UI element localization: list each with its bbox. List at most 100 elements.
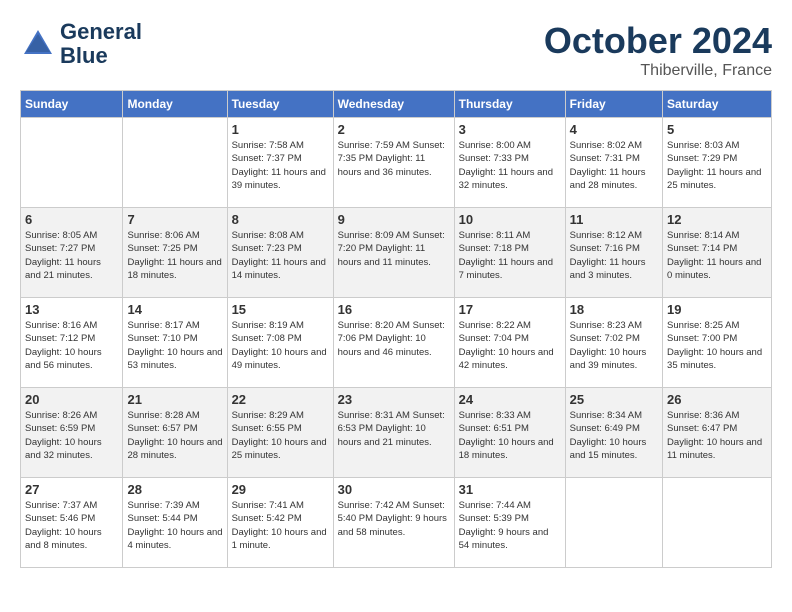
day-number: 25 [570,392,658,407]
day-detail: Sunrise: 8:33 AM Sunset: 6:51 PM Dayligh… [459,409,561,462]
calendar-cell: 5Sunrise: 8:03 AM Sunset: 7:29 PM Daylig… [663,118,772,208]
title-section: October 2024 Thiberville, France [544,20,772,80]
day-detail: Sunrise: 8:05 AM Sunset: 7:27 PM Dayligh… [25,229,118,282]
day-detail: Sunrise: 8:36 AM Sunset: 6:47 PM Dayligh… [667,409,767,462]
calendar-cell: 27Sunrise: 7:37 AM Sunset: 5:46 PM Dayli… [21,478,123,568]
day-detail: Sunrise: 8:14 AM Sunset: 7:14 PM Dayligh… [667,229,767,282]
day-number: 19 [667,302,767,317]
weekday-header-monday: Monday [123,91,227,118]
calendar-cell [663,478,772,568]
week-row-3: 13 Sunrise: 8:16 AM Sunset: 7:12 PM Dayli… [21,298,772,388]
day-detail: Sunrise: 8:09 AM Sunset: 7:20 PM Dayligh… [338,229,450,269]
day-number: 4 [570,122,658,137]
day-detail: Sunrise: 8:29 AM Sunset: 6:55 PM Dayligh… [232,409,329,462]
week-row-2: 6 Sunrise: 8:05 AM Sunset: 7:27 PM Daylig… [21,208,772,298]
day-number: 17 [459,302,561,317]
logo-line1: General [60,19,142,44]
calendar-cell: 21Sunrise: 8:28 AM Sunset: 6:57 PM Dayli… [123,388,227,478]
calendar-cell: 23 Sunrise: 8:31 AM Sunset: 6:53 PM Dayli… [333,388,454,478]
day-detail: Sunrise: 8:06 AM Sunset: 7:25 PM Dayligh… [127,229,222,282]
calendar-cell: 30Sunrise: 7:42 AM Sunset: 5:40 PM Dayli… [333,478,454,568]
day-number: 31 [459,482,561,497]
logo-icon [20,26,56,62]
day-number: 3 [459,122,561,137]
day-detail: Sunrise: 8:17 AM Sunset: 7:10 PM Dayligh… [127,319,222,372]
day-detail: Sunrise: 7:42 AM Sunset: 5:40 PM Dayligh… [338,499,450,539]
day-number: 5 [667,122,767,137]
logo-text: General Blue [60,20,142,68]
day-detail: Sunrise: 8:31 AM Sunset: 6:53 PM Dayligh… [338,409,450,449]
day-number: 9 [338,212,450,227]
calendar-table: SundayMondayTuesdayWednesdayThursdayFrid… [20,90,772,568]
day-number: 10 [459,212,561,227]
calendar-cell: 14Sunrise: 8:17 AM Sunset: 7:10 PM Dayli… [123,298,227,388]
day-detail: Sunrise: 8:19 AM Sunset: 7:08 PM Dayligh… [232,319,329,372]
location-subtitle: Thiberville, France [544,62,772,80]
calendar-cell: 6 Sunrise: 8:05 AM Sunset: 7:27 PM Daylig… [21,208,123,298]
calendar-cell: 20Sunrise: 8:26 AM Sunset: 6:59 PM Dayli… [21,388,123,478]
day-detail: Sunrise: 8:22 AM Sunset: 7:04 PM Dayligh… [459,319,561,372]
day-number: 11 [570,212,658,227]
calendar-cell: 8 Sunrise: 8:08 AM Sunset: 7:23 PM Daylig… [227,208,333,298]
day-number: 12 [667,212,767,227]
day-detail: Sunrise: 7:39 AM Sunset: 5:44 PM Dayligh… [127,499,222,552]
day-number: 29 [232,482,329,497]
day-detail: Sunrise: 8:23 AM Sunset: 7:02 PM Dayligh… [570,319,658,372]
day-number: 8 [232,212,329,227]
calendar-cell: 24 Sunrise: 8:33 AM Sunset: 6:51 PM Dayli… [454,388,565,478]
day-detail: Sunrise: 7:44 AM Sunset: 5:39 PM Dayligh… [459,499,561,552]
calendar-cell: 29 Sunrise: 7:41 AM Sunset: 5:42 PM Dayli… [227,478,333,568]
day-detail: Sunrise: 7:58 AM Sunset: 7:37 PM Dayligh… [232,139,329,192]
day-number: 13 [25,302,118,317]
day-number: 28 [127,482,222,497]
day-number: 18 [570,302,658,317]
calendar-cell: 4 Sunrise: 8:02 AM Sunset: 7:31 PM Daylig… [565,118,662,208]
calendar-cell: 16Sunrise: 8:20 AM Sunset: 7:06 PM Dayli… [333,298,454,388]
day-number: 23 [338,392,450,407]
calendar-cell: 31 Sunrise: 7:44 AM Sunset: 5:39 PM Dayli… [454,478,565,568]
weekday-header-tuesday: Tuesday [227,91,333,118]
day-number: 22 [232,392,329,407]
day-detail: Sunrise: 8:02 AM Sunset: 7:31 PM Dayligh… [570,139,658,192]
calendar-cell: 18 Sunrise: 8:23 AM Sunset: 7:02 PM Dayli… [565,298,662,388]
logo: General Blue [20,20,142,68]
day-number: 26 [667,392,767,407]
week-row-4: 20Sunrise: 8:26 AM Sunset: 6:59 PM Dayli… [21,388,772,478]
calendar-cell: 17 Sunrise: 8:22 AM Sunset: 7:04 PM Dayli… [454,298,565,388]
calendar-cell: 10 Sunrise: 8:11 AM Sunset: 7:18 PM Dayli… [454,208,565,298]
day-detail: Sunrise: 8:12 AM Sunset: 7:16 PM Dayligh… [570,229,658,282]
day-number: 24 [459,392,561,407]
day-detail: Sunrise: 8:25 AM Sunset: 7:00 PM Dayligh… [667,319,767,372]
day-number: 7 [127,212,222,227]
calendar-cell: 9 Sunrise: 8:09 AM Sunset: 7:20 PM Daylig… [333,208,454,298]
weekday-header-wednesday: Wednesday [333,91,454,118]
calendar-cell: 2Sunrise: 7:59 AM Sunset: 7:35 PM Daylig… [333,118,454,208]
weekday-header-sunday: Sunday [21,91,123,118]
day-detail: Sunrise: 8:28 AM Sunset: 6:57 PM Dayligh… [127,409,222,462]
page-header: General Blue October 2024 Thiberville, F… [20,20,772,80]
day-detail: Sunrise: 8:08 AM Sunset: 7:23 PM Dayligh… [232,229,329,282]
calendar-cell: 22 Sunrise: 8:29 AM Sunset: 6:55 PM Dayli… [227,388,333,478]
calendar-cell: 7 Sunrise: 8:06 AM Sunset: 7:25 PM Daylig… [123,208,227,298]
day-number: 6 [25,212,118,227]
day-detail: Sunrise: 7:41 AM Sunset: 5:42 PM Dayligh… [232,499,329,552]
week-row-1: 1Sunrise: 7:58 AM Sunset: 7:37 PM Daylig… [21,118,772,208]
calendar-cell: 19 Sunrise: 8:25 AM Sunset: 7:00 PM Dayli… [663,298,772,388]
day-detail: Sunrise: 7:37 AM Sunset: 5:46 PM Dayligh… [25,499,118,552]
weekday-header-friday: Friday [565,91,662,118]
calendar-cell: 12 Sunrise: 8:14 AM Sunset: 7:14 PM Dayli… [663,208,772,298]
logo-line2: Blue [60,43,108,68]
day-detail: Sunrise: 8:16 AM Sunset: 7:12 PM Dayligh… [25,319,118,372]
day-detail: Sunrise: 8:34 AM Sunset: 6:49 PM Dayligh… [570,409,658,462]
day-number: 15 [232,302,329,317]
calendar-cell [123,118,227,208]
calendar-cell: 1Sunrise: 7:58 AM Sunset: 7:37 PM Daylig… [227,118,333,208]
day-number: 2 [338,122,450,137]
day-detail: Sunrise: 8:11 AM Sunset: 7:18 PM Dayligh… [459,229,561,282]
month-title: October 2024 [544,20,772,62]
day-detail: Sunrise: 8:00 AM Sunset: 7:33 PM Dayligh… [459,139,561,192]
calendar-cell [21,118,123,208]
day-number: 20 [25,392,118,407]
calendar-cell: 25 Sunrise: 8:34 AM Sunset: 6:49 PM Dayli… [565,388,662,478]
calendar-cell: 15 Sunrise: 8:19 AM Sunset: 7:08 PM Dayli… [227,298,333,388]
